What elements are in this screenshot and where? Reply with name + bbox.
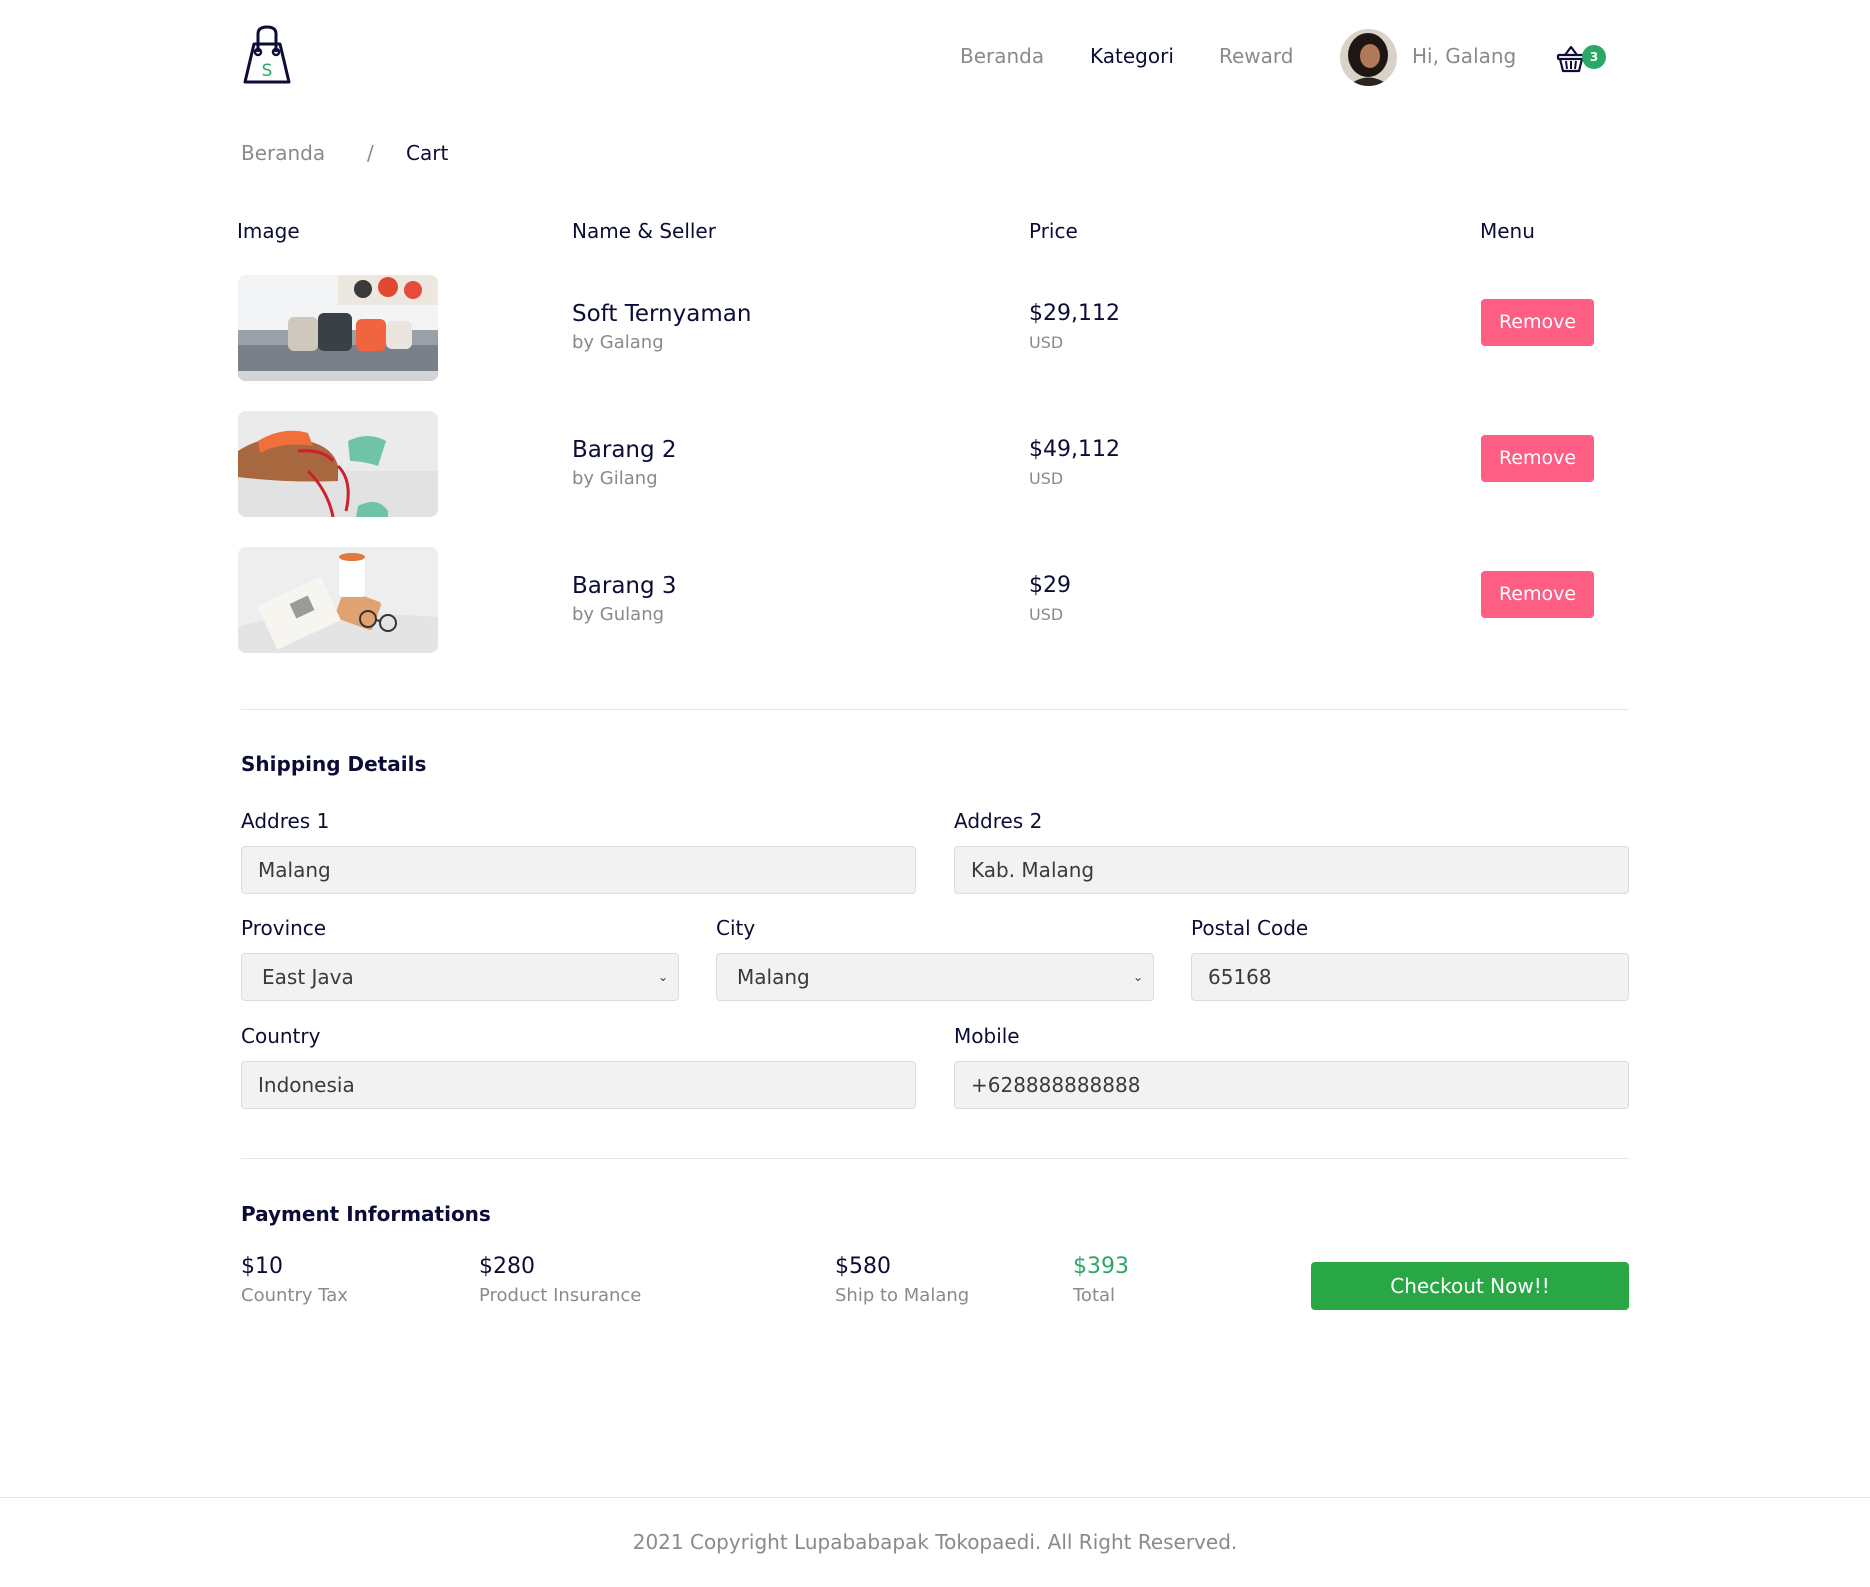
product-currency: USD [1029, 605, 1064, 624]
breadcrumb-current: Cart [406, 141, 449, 165]
product-image-coffee-book [238, 547, 438, 653]
total-value: $393 [1073, 1254, 1129, 1279]
insurance-label: Product Insurance [479, 1285, 642, 1306]
product-name: Barang 3 [572, 573, 677, 599]
mobile-input[interactable] [954, 1061, 1629, 1109]
checkout-button[interactable]: Checkout Now!! [1311, 1262, 1629, 1310]
product-seller: by Gilang [572, 468, 658, 489]
shipping-cost-value: $580 [835, 1254, 891, 1279]
copyright-text: 2021 Copyright Lupababapak Tokopaedi. Al… [632, 1530, 1238, 1554]
address1-label: Addres 1 [241, 809, 330, 833]
product-seller: by Galang [572, 332, 664, 353]
shopping-bag-logo-icon[interactable]: S [241, 24, 293, 88]
table-header-image: Image [237, 219, 300, 243]
product-price: $29,112 [1029, 301, 1120, 326]
table-row: Soft Ternyaman by Galang $29,112 USD Rem… [0, 275, 1870, 385]
table-header-price: Price [1029, 219, 1078, 243]
postal-code-input[interactable] [1191, 953, 1629, 1001]
product-image-sneaker [238, 411, 438, 517]
address2-input[interactable] [954, 846, 1629, 894]
province-label: Province [241, 916, 327, 940]
footer: 2021 Copyright Lupababapak Tokopaedi. Al… [0, 1497, 1870, 1587]
remove-button[interactable]: Remove [1481, 299, 1594, 346]
nav-link-kategori[interactable]: Kategori [1090, 42, 1174, 70]
country-label: Country [241, 1024, 321, 1048]
product-currency: USD [1029, 333, 1064, 352]
cart-button[interactable]: 3 [1556, 40, 1608, 76]
product-price: $49,112 [1029, 437, 1120, 462]
navbar: S Beranda Kategori Reward Hi, Galang 3 [0, 0, 1870, 112]
address1-input[interactable] [241, 846, 916, 894]
city-select[interactable]: Malang ⌄ [716, 953, 1154, 1001]
product-currency: USD [1029, 469, 1064, 488]
section-divider [241, 1158, 1629, 1159]
remove-button[interactable]: Remove [1481, 571, 1594, 618]
avatar[interactable] [1340, 29, 1397, 86]
table-row: Barang 2 by Gilang $49,112 USD Remove [0, 411, 1870, 521]
table-header-menu: Menu [1480, 219, 1535, 243]
product-name: Soft Ternyaman [572, 301, 752, 327]
chevron-down-icon: ⌄ [657, 970, 668, 984]
remove-button[interactable]: Remove [1481, 435, 1594, 482]
section-divider [241, 709, 1629, 710]
product-name: Barang 2 [572, 437, 677, 463]
shipping-cost-label: Ship to Malang [835, 1285, 970, 1306]
province-selected-value: East Java [262, 965, 354, 989]
nav-link-reward[interactable]: Reward [1219, 42, 1293, 70]
svg-text:S: S [262, 61, 273, 81]
breadcrumb-home-link[interactable]: Beranda [241, 139, 325, 167]
user-greeting[interactable]: Hi, Galang [1412, 42, 1516, 70]
country-tax-label: Country Tax [241, 1285, 348, 1306]
breadcrumb-separator: / [367, 141, 374, 165]
address2-label: Addres 2 [954, 809, 1043, 833]
province-select[interactable]: East Java ⌄ [241, 953, 679, 1001]
shipping-section-title: Shipping Details [241, 752, 427, 776]
city-label: City [716, 916, 756, 940]
chevron-down-icon: ⌄ [1132, 970, 1143, 984]
payment-section-title: Payment Informations [241, 1202, 491, 1226]
country-tax-value: $10 [241, 1254, 283, 1279]
mobile-label: Mobile [954, 1024, 1020, 1048]
table-row: Barang 3 by Gulang $29 USD Remove [0, 547, 1870, 657]
product-seller: by Gulang [572, 604, 665, 625]
insurance-value: $280 [479, 1254, 535, 1279]
table-header-name-seller: Name & Seller [572, 219, 716, 243]
cart-count-badge: 3 [1582, 45, 1606, 69]
breadcrumb: Beranda / Cart [241, 139, 641, 169]
nav-link-beranda[interactable]: Beranda [960, 42, 1044, 70]
product-price: $29 [1029, 573, 1071, 598]
city-selected-value: Malang [737, 965, 810, 989]
country-input[interactable] [241, 1061, 916, 1109]
product-image-sofa [238, 275, 438, 381]
total-label: Total [1073, 1285, 1116, 1306]
postal-code-label: Postal Code [1191, 916, 1309, 940]
